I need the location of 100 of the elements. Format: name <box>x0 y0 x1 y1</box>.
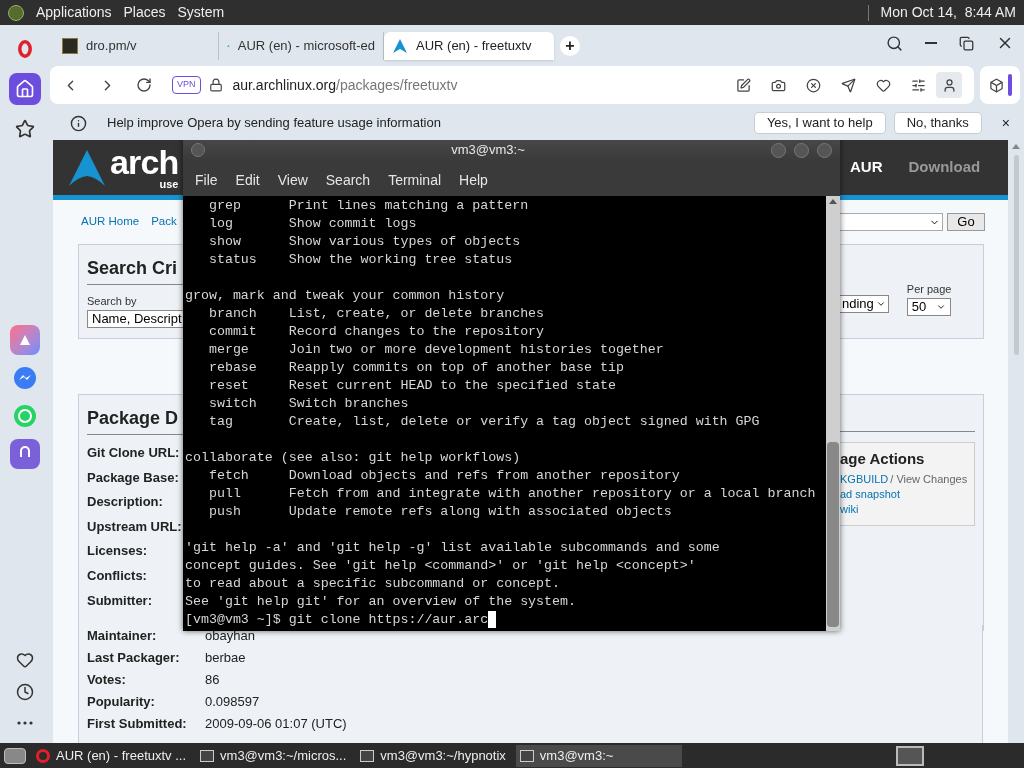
terminal-line: log Show commit logs <box>207 215 418 233</box>
close-button[interactable] <box>817 142 832 158</box>
terminal-line: status Show the working tree status <box>207 251 514 269</box>
snapshot-link[interactable]: ad snapshot <box>840 487 974 502</box>
field-label: Search by <box>87 294 138 309</box>
more-icon[interactable] <box>17 721 33 725</box>
home-icon <box>15 79 35 99</box>
camera-icon <box>771 77 786 93</box>
info-bar-button[interactable]: No, thanks <box>893 112 982 134</box>
terminal-line: commit Record changes to the repository <box>207 323 546 341</box>
actions-title: age Actions <box>840 451 926 466</box>
field-label: Submitter: <box>87 591 153 610</box>
opera-logo-icon <box>18 40 32 58</box>
terminal-icon <box>519 749 534 762</box>
menu-item[interactable]: View <box>269 169 316 191</box>
system-logo-icon[interactable] <box>8 4 24 21</box>
field-label: Package Base: <box>87 468 180 487</box>
clock[interactable]: Mon Oct 14, 8:44 AM <box>880 2 1016 23</box>
new-tab-button[interactable]: + <box>560 36 580 56</box>
terminal-line: tag Create, list, delete or verify a tag object signed with GPG <box>207 413 761 431</box>
heart-icon <box>16 651 34 669</box>
field-label: Git Clone URL: <box>87 444 181 462</box>
workspace-switcher[interactable] <box>896 745 924 766</box>
taskbar-item[interactable]: AUR (en) - freetuxtv ... <box>32 744 191 767</box>
search-icon <box>886 34 903 52</box>
field-value: obayhan <box>205 627 255 646</box>
restore-icon <box>959 35 974 51</box>
field-value: 0.098597 <box>205 693 260 712</box>
arch-logo-icon <box>68 148 106 187</box>
field-value: berbae <box>205 649 246 668</box>
info-close-button[interactable]: × <box>1001 112 1010 134</box>
scrollbar-thumb[interactable] <box>1013 155 1019 355</box>
sidebar-indicator <box>1007 74 1012 96</box>
nav-link[interactable]: Download <box>908 156 981 179</box>
per-page-select[interactable]: 50 <box>906 297 951 316</box>
browser-tab[interactable]: AUR (en) - freetuxtv <box>384 32 554 60</box>
edit-icon <box>736 77 751 93</box>
taskbar-item[interactable]: vm3@vm3:~/micros... <box>196 744 351 767</box>
minimize-button[interactable] <box>771 142 786 158</box>
address-field[interactable]: aur.archlinux.org/packages/freetuxtv <box>232 74 716 96</box>
field-label: Conflicts: <box>87 566 148 585</box>
terminal-line: rebase Reapply commits on top of another base tip <box>207 359 625 377</box>
nav-link[interactable]: AUR <box>850 156 883 179</box>
pkgbuild-link[interactable]: KGBUILD <box>840 472 889 487</box>
profile-button[interactable] <box>936 72 962 98</box>
terminal-line: See 'git help git' for an overview of the system. <box>185 593 577 611</box>
terminal-line: branch List, create, or delete branches <box>207 305 546 323</box>
menu-item[interactable]: Terminal <box>380 169 450 191</box>
lock-icon <box>208 78 223 92</box>
logo-subtitle: use <box>159 179 179 190</box>
field-label: First Submitted: <box>87 715 188 734</box>
menu-item[interactable]: Help <box>451 169 496 191</box>
app-icon[interactable] <box>10 325 40 355</box>
maximize-button[interactable] <box>794 142 809 158</box>
breadcrumb-link[interactable]: Pack <box>151 213 177 231</box>
taskbar-item[interactable]: vm3@vm3:~ <box>515 744 682 767</box>
go-button[interactable]: Go <box>947 213 985 231</box>
scrollbar[interactable] <box>826 196 840 631</box>
info-bar-button[interactable]: Yes, I want to help <box>753 112 886 134</box>
easy-setup-icon <box>911 77 926 93</box>
panel-menu[interactable]: Places <box>123 2 166 23</box>
show-desktop-icon[interactable] <box>4 747 26 764</box>
terminal-line: merge Join two or more development histories together <box>207 341 665 359</box>
window-menu-button[interactable] <box>191 143 205 157</box>
browser-tab[interactable]: dro.pm/v <box>54 32 219 60</box>
terminal-line: push Update remote refs along with associated objects <box>207 503 673 521</box>
scroll-up-icon <box>1012 144 1020 149</box>
window-title: vm3@vm3:~ <box>450 141 526 160</box>
field-label: Description: <box>87 493 164 512</box>
search-by-select[interactable]: Name, Descript <box>87 309 183 328</box>
panel-menu[interactable]: System <box>177 2 225 23</box>
menu-item[interactable]: Search <box>317 169 379 191</box>
view-changes-link[interactable]: / View Changes <box>890 472 968 487</box>
heart-icon <box>876 77 891 93</box>
site-logo[interactable]: arch <box>110 145 179 179</box>
field-value: 2009-09-06 01:07 (UTC) <box>205 715 347 734</box>
field-label: Licenses: <box>87 542 148 561</box>
menu-item[interactable]: Edit <box>227 169 268 191</box>
star-icon <box>15 119 35 139</box>
cube-icon <box>988 77 1004 93</box>
terminal-line: to read about a specific subcommand or concept. <box>185 575 562 593</box>
music-app-icon[interactable] <box>10 439 40 469</box>
field-label: Popularity: <box>87 693 156 712</box>
taskbar-item[interactable]: vm3@vm3:~/hypnotix <box>356 744 510 767</box>
home-button[interactable] <box>9 73 41 105</box>
vpn-badge[interactable]: VPN <box>172 76 201 94</box>
terminal-line: pull Fetch from and integrate with another repository or a local branch <box>207 485 817 503</box>
sort-select[interactable]: nding <box>840 295 889 313</box>
panel-menu[interactable]: Applications <box>36 2 112 23</box>
clock-icon <box>16 683 34 701</box>
menu-item[interactable]: File <box>187 169 226 191</box>
opera-logo-icon <box>36 748 50 763</box>
terminal-icon <box>200 749 215 762</box>
site-icon <box>62 38 78 54</box>
breadcrumb-link[interactable]: AUR Home <box>81 213 140 231</box>
wiki-link[interactable]: wiki <box>840 502 974 517</box>
text-cursor <box>488 611 497 628</box>
terminal-line: grep Print lines matching a pattern <box>207 197 530 215</box>
package-select[interactable] <box>840 213 943 231</box>
field-label: Per page <box>906 282 952 297</box>
